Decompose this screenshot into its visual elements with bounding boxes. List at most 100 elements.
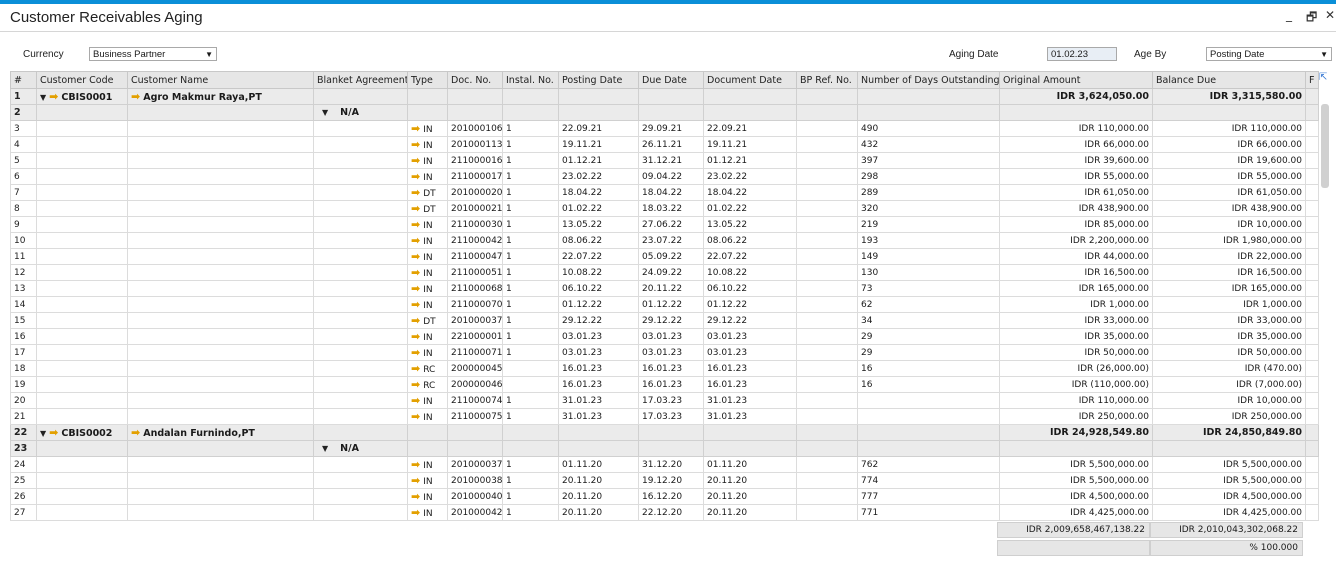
- type-cell[interactable]: ➡ DT: [407, 200, 448, 217]
- table-row[interactable]: 25 ➡ IN 201000038 1 20.11.20 19.12.20 20.11.20 7…: [10, 472, 1319, 489]
- subgroup-row[interactable]: 2 ▼ N/A: [10, 104, 1319, 121]
- currency-select[interactable]: Business Partner ▼: [89, 47, 217, 61]
- collapse-triangle-icon[interactable]: ▼: [322, 108, 328, 117]
- link-arrow-icon[interactable]: ➡: [49, 90, 58, 103]
- table-row[interactable]: 6 ➡ IN 211000017 1 23.02.22 09.04.22 23.02.22 29…: [10, 168, 1319, 185]
- type-cell[interactable]: ➡ IN: [407, 216, 448, 233]
- close-icon[interactable]: ✕: [1325, 8, 1335, 22]
- column-header[interactable]: Blanket Agreement: [313, 71, 408, 89]
- column-header[interactable]: Customer Name: [127, 71, 314, 89]
- customer-name-cell[interactable]: ➡ Andalan Furnindo,PT: [127, 424, 314, 441]
- table-row[interactable]: 3 ➡ IN 201000106 1 22.09.21 29.09.21 22.09.21 49…: [10, 120, 1319, 137]
- group-row[interactable]: 1 ▼ ➡ CBIS0001 ➡ Agro Makmur Raya,PT IDR 3,624…: [10, 88, 1319, 105]
- link-arrow-icon[interactable]: ➡: [411, 282, 420, 295]
- link-arrow-icon[interactable]: ➡: [411, 378, 420, 391]
- column-header[interactable]: F: [1305, 71, 1319, 89]
- table-row[interactable]: 24 ➡ IN 201000037 1 01.11.20 31.12.20 01.11.20 7…: [10, 456, 1319, 473]
- subgroup-row[interactable]: 23 ▼ N/A: [10, 440, 1319, 457]
- type-cell[interactable]: ➡ IN: [407, 504, 448, 521]
- table-row[interactable]: 12 ➡ IN 211000051 1 10.08.22 24.09.22 10.08.22 1…: [10, 264, 1319, 281]
- table-row[interactable]: 9 ➡ IN 211000030 1 13.05.22 27.06.22 13.05.22 21…: [10, 216, 1319, 233]
- column-header[interactable]: Instal. No.: [502, 71, 559, 89]
- type-cell[interactable]: ➡ IN: [407, 296, 448, 313]
- column-header[interactable]: Type: [407, 71, 448, 89]
- customer-name-cell[interactable]: ➡ Agro Makmur Raya,PT: [127, 88, 314, 105]
- link-arrow-icon[interactable]: ➡: [411, 474, 420, 487]
- customer-code-cell[interactable]: ▼ ➡ CBIS0001: [36, 88, 128, 105]
- blanket-agreement-cell[interactable]: ▼ N/A: [313, 104, 408, 121]
- vertical-scrollbar[interactable]: [1321, 104, 1329, 188]
- link-arrow-icon[interactable]: ➡: [411, 410, 420, 423]
- link-arrow-icon[interactable]: ➡: [411, 362, 420, 375]
- link-arrow-icon[interactable]: ➡: [411, 170, 420, 183]
- table-row[interactable]: 27 ➡ IN 201000042 1 20.11.20 22.12.20 20.11.20 7…: [10, 504, 1319, 521]
- link-arrow-icon[interactable]: ➡: [131, 90, 140, 103]
- type-cell[interactable]: ➡ IN: [407, 280, 448, 297]
- link-arrow-icon[interactable]: ➡: [411, 330, 420, 343]
- link-arrow-icon[interactable]: ➡: [411, 346, 420, 359]
- type-cell[interactable]: ➡ IN: [407, 264, 448, 281]
- collapse-triangle-icon[interactable]: ▼: [322, 444, 328, 453]
- link-arrow-icon[interactable]: ➡: [411, 458, 420, 471]
- column-header[interactable]: Number of Days Outstanding: [857, 71, 1000, 89]
- link-arrow-icon[interactable]: ➡: [411, 122, 420, 135]
- table-row[interactable]: 13 ➡ IN 211000068 1 06.10.22 20.11.22 06.10.22 7…: [10, 280, 1319, 297]
- link-arrow-icon[interactable]: ➡: [131, 426, 140, 439]
- type-cell[interactable]: ➡ IN: [407, 136, 448, 153]
- type-cell[interactable]: ➡ IN: [407, 408, 448, 425]
- table-row[interactable]: 20 ➡ IN 211000074 1 31.01.23 17.03.23 31.01.23 I…: [10, 392, 1319, 409]
- table-row[interactable]: 10 ➡ IN 211000042 1 08.06.22 23.07.22 08.06.22 1…: [10, 232, 1319, 249]
- customer-code-cell[interactable]: ▼ ➡ CBIS0002: [36, 424, 128, 441]
- minimize-icon[interactable]: _: [1286, 8, 1292, 22]
- type-cell[interactable]: ➡ IN: [407, 488, 448, 505]
- type-cell[interactable]: ➡ IN: [407, 232, 448, 249]
- type-cell[interactable]: ➡ RC: [407, 376, 448, 393]
- table-row[interactable]: 18 ➡ RC 200000045 16.01.23 16.01.23 16.01.23 16…: [10, 360, 1319, 377]
- link-arrow-icon[interactable]: ➡: [411, 250, 420, 263]
- column-header[interactable]: Document Date: [703, 71, 797, 89]
- link-arrow-icon[interactable]: ➡: [411, 298, 420, 311]
- collapse-triangle-icon[interactable]: ▼: [40, 429, 46, 438]
- table-row[interactable]: 21 ➡ IN 211000075 1 31.01.23 17.03.23 31.01.23 I…: [10, 408, 1319, 425]
- type-cell[interactable]: ➡ IN: [407, 248, 448, 265]
- column-header[interactable]: Customer Code: [36, 71, 128, 89]
- link-arrow-icon[interactable]: ➡: [411, 314, 420, 327]
- table-row[interactable]: 5 ➡ IN 211000016 1 01.12.21 31.12.21 01.12.21 39…: [10, 152, 1319, 169]
- table-row[interactable]: 8 ➡ DT 201000021 1 01.02.22 18.03.22 01.02.22 32…: [10, 200, 1319, 217]
- type-cell[interactable]: ➡ IN: [407, 456, 448, 473]
- table-row[interactable]: 19 ➡ RC 200000046 16.01.23 16.01.23 16.01.23 16…: [10, 376, 1319, 393]
- link-arrow-icon[interactable]: ➡: [411, 234, 420, 247]
- column-header[interactable]: Posting Date: [558, 71, 639, 89]
- table-row[interactable]: 4 ➡ IN 201000113 1 19.11.21 26.11.21 19.11.21 43…: [10, 136, 1319, 153]
- age-by-select[interactable]: Posting Date ▼: [1206, 47, 1332, 61]
- restore-icon[interactable]: 🗗: [1306, 8, 1317, 29]
- table-row[interactable]: 16 ➡ IN 221000001 1 03.01.23 03.01.23 03.01.23 2…: [10, 328, 1319, 345]
- table-row[interactable]: 26 ➡ IN 201000040 1 20.11.20 16.12.20 20.11.20 7…: [10, 488, 1319, 505]
- aging-date-field[interactable]: 01.02.23: [1047, 47, 1117, 61]
- type-cell[interactable]: ➡ IN: [407, 152, 448, 169]
- link-arrow-icon[interactable]: ➡: [411, 394, 420, 407]
- type-cell[interactable]: ➡ IN: [407, 120, 448, 137]
- table-row[interactable]: 17 ➡ IN 211000071 1 03.01.23 03.01.23 03.01.23 2…: [10, 344, 1319, 361]
- link-arrow-icon[interactable]: ➡: [411, 202, 420, 215]
- link-arrow-icon[interactable]: ➡: [411, 490, 420, 503]
- type-cell[interactable]: ➡ DT: [407, 312, 448, 329]
- link-arrow-icon[interactable]: ➡: [411, 154, 420, 167]
- expand-icon[interactable]: ⇱: [1319, 72, 1330, 83]
- table-row[interactable]: 14 ➡ IN 211000070 1 01.12.22 01.12.22 01.12.22 6…: [10, 296, 1319, 313]
- type-cell[interactable]: ➡ IN: [407, 328, 448, 345]
- type-cell[interactable]: ➡ DT: [407, 184, 448, 201]
- link-arrow-icon[interactable]: ➡: [411, 186, 420, 199]
- table-row[interactable]: 7 ➡ DT 201000020 1 18.04.22 18.04.22 18.04.22 28…: [10, 184, 1319, 201]
- column-header[interactable]: Balance Due: [1152, 71, 1306, 89]
- column-header[interactable]: #: [10, 71, 37, 89]
- link-arrow-icon[interactable]: ➡: [49, 426, 58, 439]
- link-arrow-icon[interactable]: ➡: [411, 218, 420, 231]
- type-cell[interactable]: ➡ RC: [407, 360, 448, 377]
- column-header[interactable]: BP Ref. No.: [796, 71, 858, 89]
- column-header[interactable]: Original Amount: [999, 71, 1153, 89]
- type-cell[interactable]: ➡ IN: [407, 168, 448, 185]
- blanket-agreement-cell[interactable]: ▼ N/A: [313, 440, 408, 457]
- type-cell[interactable]: ➡ IN: [407, 392, 448, 409]
- table-row[interactable]: 15 ➡ DT 201000037 1 29.12.22 29.12.22 29.12.22 3…: [10, 312, 1319, 329]
